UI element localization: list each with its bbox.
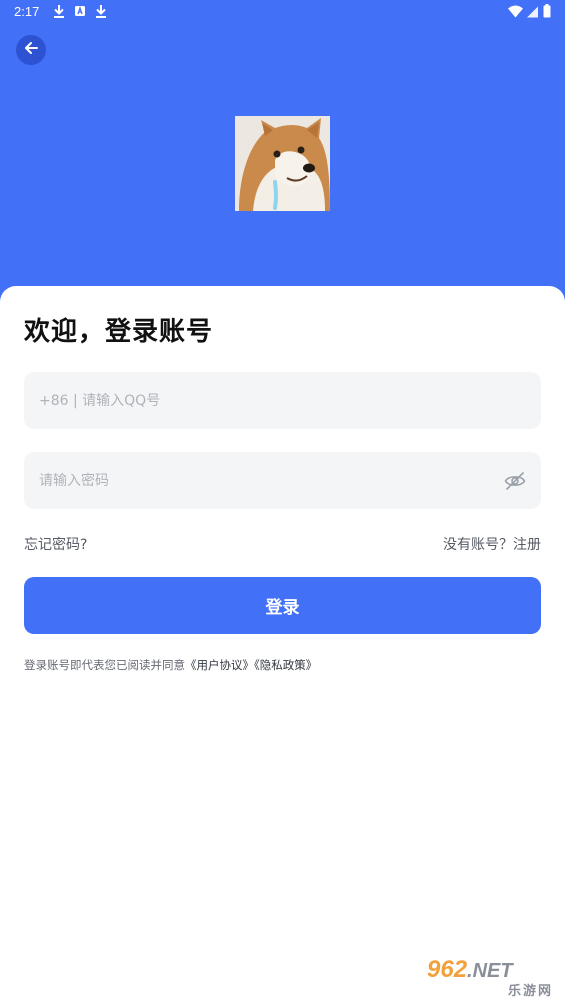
phone-input[interactable] [39,372,519,429]
register-link[interactable]: 没有账号？注册 [443,534,541,554]
status-time: 2:17 [14,4,40,19]
signal-icon [527,5,539,22]
status-system-icons [508,4,551,22]
site-watermark: 962.NET 乐游网 [427,956,557,999]
page-title: 欢迎，登录账号 [24,317,214,347]
app-store-icon [73,3,87,19]
battery-icon [543,4,551,22]
password-input[interactable] [39,452,489,509]
password-field[interactable] [24,452,541,509]
header-banner: 2:17 [0,0,565,310]
agreement-prefix: 登录账号即代表您已阅读并同意 [24,658,185,672]
arrow-left-icon [23,40,39,60]
watermark-logo: 962.NET [427,956,513,984]
status-bar: 2:17 [0,0,565,24]
forgot-password-link[interactable]: 忘记密码? [24,534,87,554]
agreement-text: 登录账号即代表您已阅读并同意《用户协议》《隐私政策》 [24,657,317,673]
back-button[interactable] [16,35,46,65]
watermark-domain: .NET [467,960,513,982]
download-icon [94,3,108,19]
eye-off-icon[interactable] [503,469,527,493]
login-card: 欢迎，登录账号 忘记密码? 没有账号？注册 登录 登录账号即代表您已阅读并同意《… [0,286,565,1004]
download-icon [52,3,66,19]
phone-field[interactable] [24,372,541,429]
login-button[interactable]: 登录 [24,577,541,634]
watermark-number: 962 [427,956,468,983]
watermark-label: 乐游网 [507,984,553,999]
privacy-policy-link[interactable]: 《隐私政策》 [254,658,317,672]
avatar [235,116,330,211]
status-notification-icons [52,3,108,19]
wifi-icon [508,5,523,22]
shiba-dog-avatar [235,116,330,211]
user-agreement-link[interactable]: 《用户协议》 [185,658,254,672]
